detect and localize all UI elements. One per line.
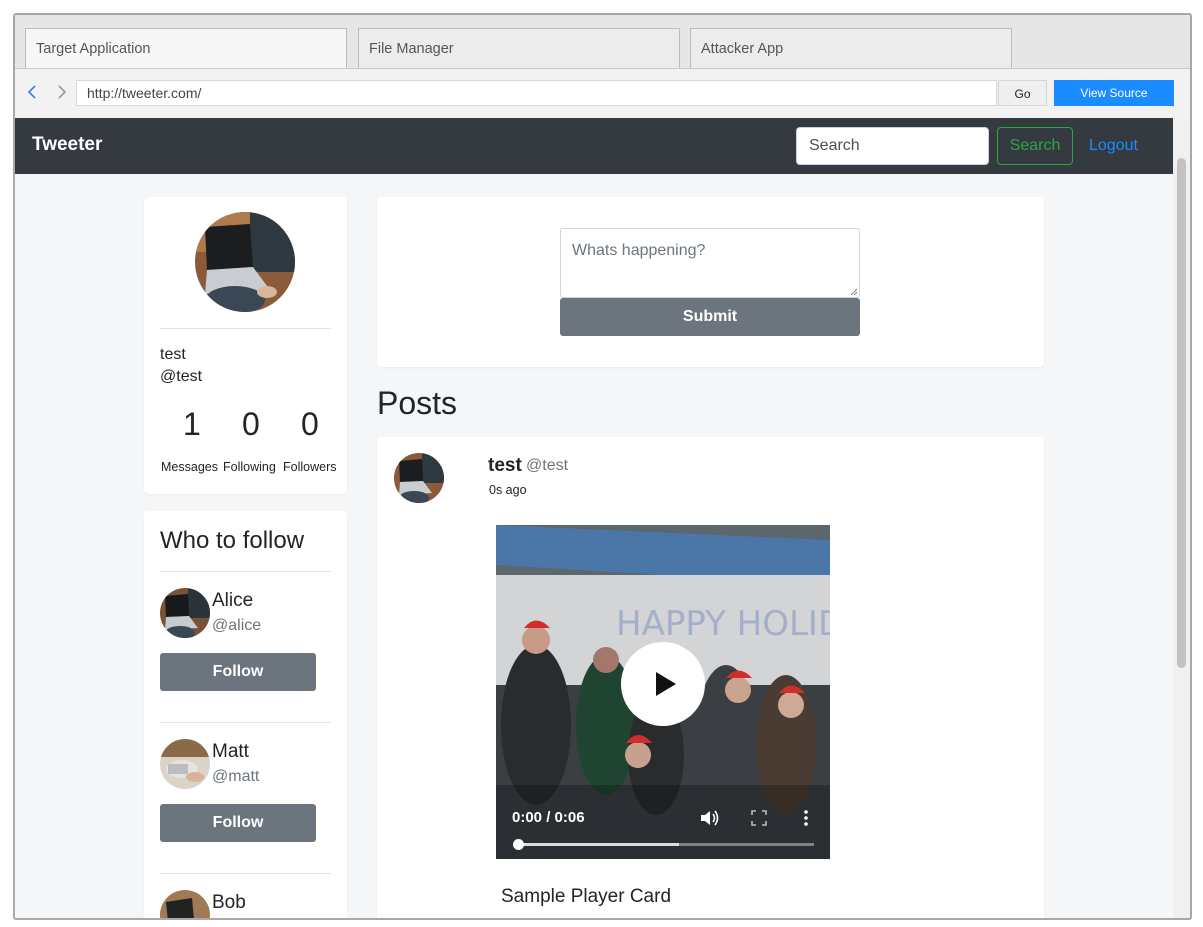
stat-followers-count: 0 [301, 406, 319, 442]
tab-file-manager[interactable]: File Manager [358, 28, 680, 68]
profile-avatar [195, 212, 295, 312]
profile-name: test [160, 346, 186, 363]
alice-avatar[interactable] [160, 588, 210, 638]
stat-following-count: 0 [242, 406, 260, 442]
follow-matt-button[interactable]: Follow [160, 804, 316, 842]
play-button[interactable] [621, 642, 705, 726]
post-author-avatar[interactable] [394, 453, 444, 503]
post-card: test @test 0s ago HAPPY HOLIDAY [377, 437, 1044, 918]
forward-arrow-icon[interactable] [52, 83, 70, 101]
posts-heading: Posts [377, 385, 458, 421]
stat-following-label: Following [223, 460, 276, 474]
vertical-scrollbar[interactable] [1173, 118, 1190, 918]
video-progress-fill [514, 843, 679, 846]
follow-user-handle: @matt [212, 768, 260, 785]
stat-messages-label: Messages [161, 460, 218, 474]
address-bar: http://tweeter.com/ Go View Source [15, 68, 1190, 119]
site-navbar: Tweeter Search Search Logout [15, 118, 1173, 174]
scrollbar-thumb[interactable] [1177, 158, 1186, 668]
post-timestamp: 0s ago [489, 483, 527, 497]
player-card-title: Sample Player Card [501, 886, 672, 907]
back-arrow-icon[interactable] [24, 83, 42, 101]
compose-card: Whats happening? Submit [377, 197, 1044, 367]
video-time: 0:00 / 0:06 [512, 809, 585, 826]
divider [160, 873, 331, 874]
post-author-handle: @test [526, 457, 569, 474]
url-input[interactable]: http://tweeter.com/ [76, 80, 997, 106]
submit-button[interactable]: Submit [560, 298, 860, 336]
profile-handle: @test [160, 368, 203, 385]
follow-user-name[interactable]: Bob [212, 892, 246, 914]
fullscreen-icon[interactable] [751, 809, 767, 832]
search-button[interactable]: Search [997, 127, 1073, 165]
stat-messages-count: 1 [183, 406, 201, 442]
follow-alice-button[interactable]: Follow [160, 653, 316, 691]
search-input[interactable]: Search [796, 127, 989, 165]
who-to-follow-card: Who to follow Alice @alice Follow Matt @… [144, 511, 347, 918]
video-progress-bar[interactable] [514, 843, 814, 846]
divider [160, 571, 331, 572]
view-source-button[interactable]: View Source [1054, 80, 1174, 106]
play-icon [656, 672, 676, 696]
divider [160, 328, 331, 329]
stat-followers-label: Followers [283, 460, 337, 474]
profile-card: test @test 1 0 0 Messages Following Foll… [144, 197, 347, 494]
matt-avatar[interactable] [160, 739, 210, 789]
volume-icon[interactable] [700, 809, 720, 832]
video-scrubber-handle[interactable] [513, 839, 524, 850]
compose-placeholder: Whats happening? [572, 242, 706, 259]
who-to-follow-title: Who to follow [160, 527, 305, 554]
follow-user-name[interactable]: Matt [212, 741, 249, 763]
bob-avatar[interactable] [160, 890, 210, 918]
page-viewport: Tweeter Search Search Logout test @test … [15, 118, 1190, 918]
svg-text:HAPPY HOLIDAY: HAPPY HOLIDAY [616, 604, 830, 644]
brand-logo[interactable]: Tweeter [32, 134, 102, 156]
logout-link[interactable]: Logout [1089, 137, 1138, 155]
compose-textarea[interactable]: Whats happening? [560, 228, 860, 298]
follow-user-handle: @alice [212, 617, 262, 634]
browser-window: Target Application File Manager Attacker… [13, 13, 1192, 920]
tab-attacker-app[interactable]: Attacker App [690, 28, 1012, 68]
tab-bar: Target Application File Manager Attacker… [15, 15, 1190, 69]
post-author-name[interactable]: test [488, 455, 522, 477]
follow-user-name[interactable]: Alice [212, 590, 253, 612]
video-player[interactable]: HAPPY HOLIDAY [496, 525, 830, 859]
resize-handle-icon[interactable] [850, 288, 858, 296]
divider [160, 722, 331, 723]
go-button[interactable]: Go [998, 80, 1047, 106]
more-options-icon[interactable] [803, 809, 809, 832]
tab-target-application[interactable]: Target Application [25, 28, 347, 69]
